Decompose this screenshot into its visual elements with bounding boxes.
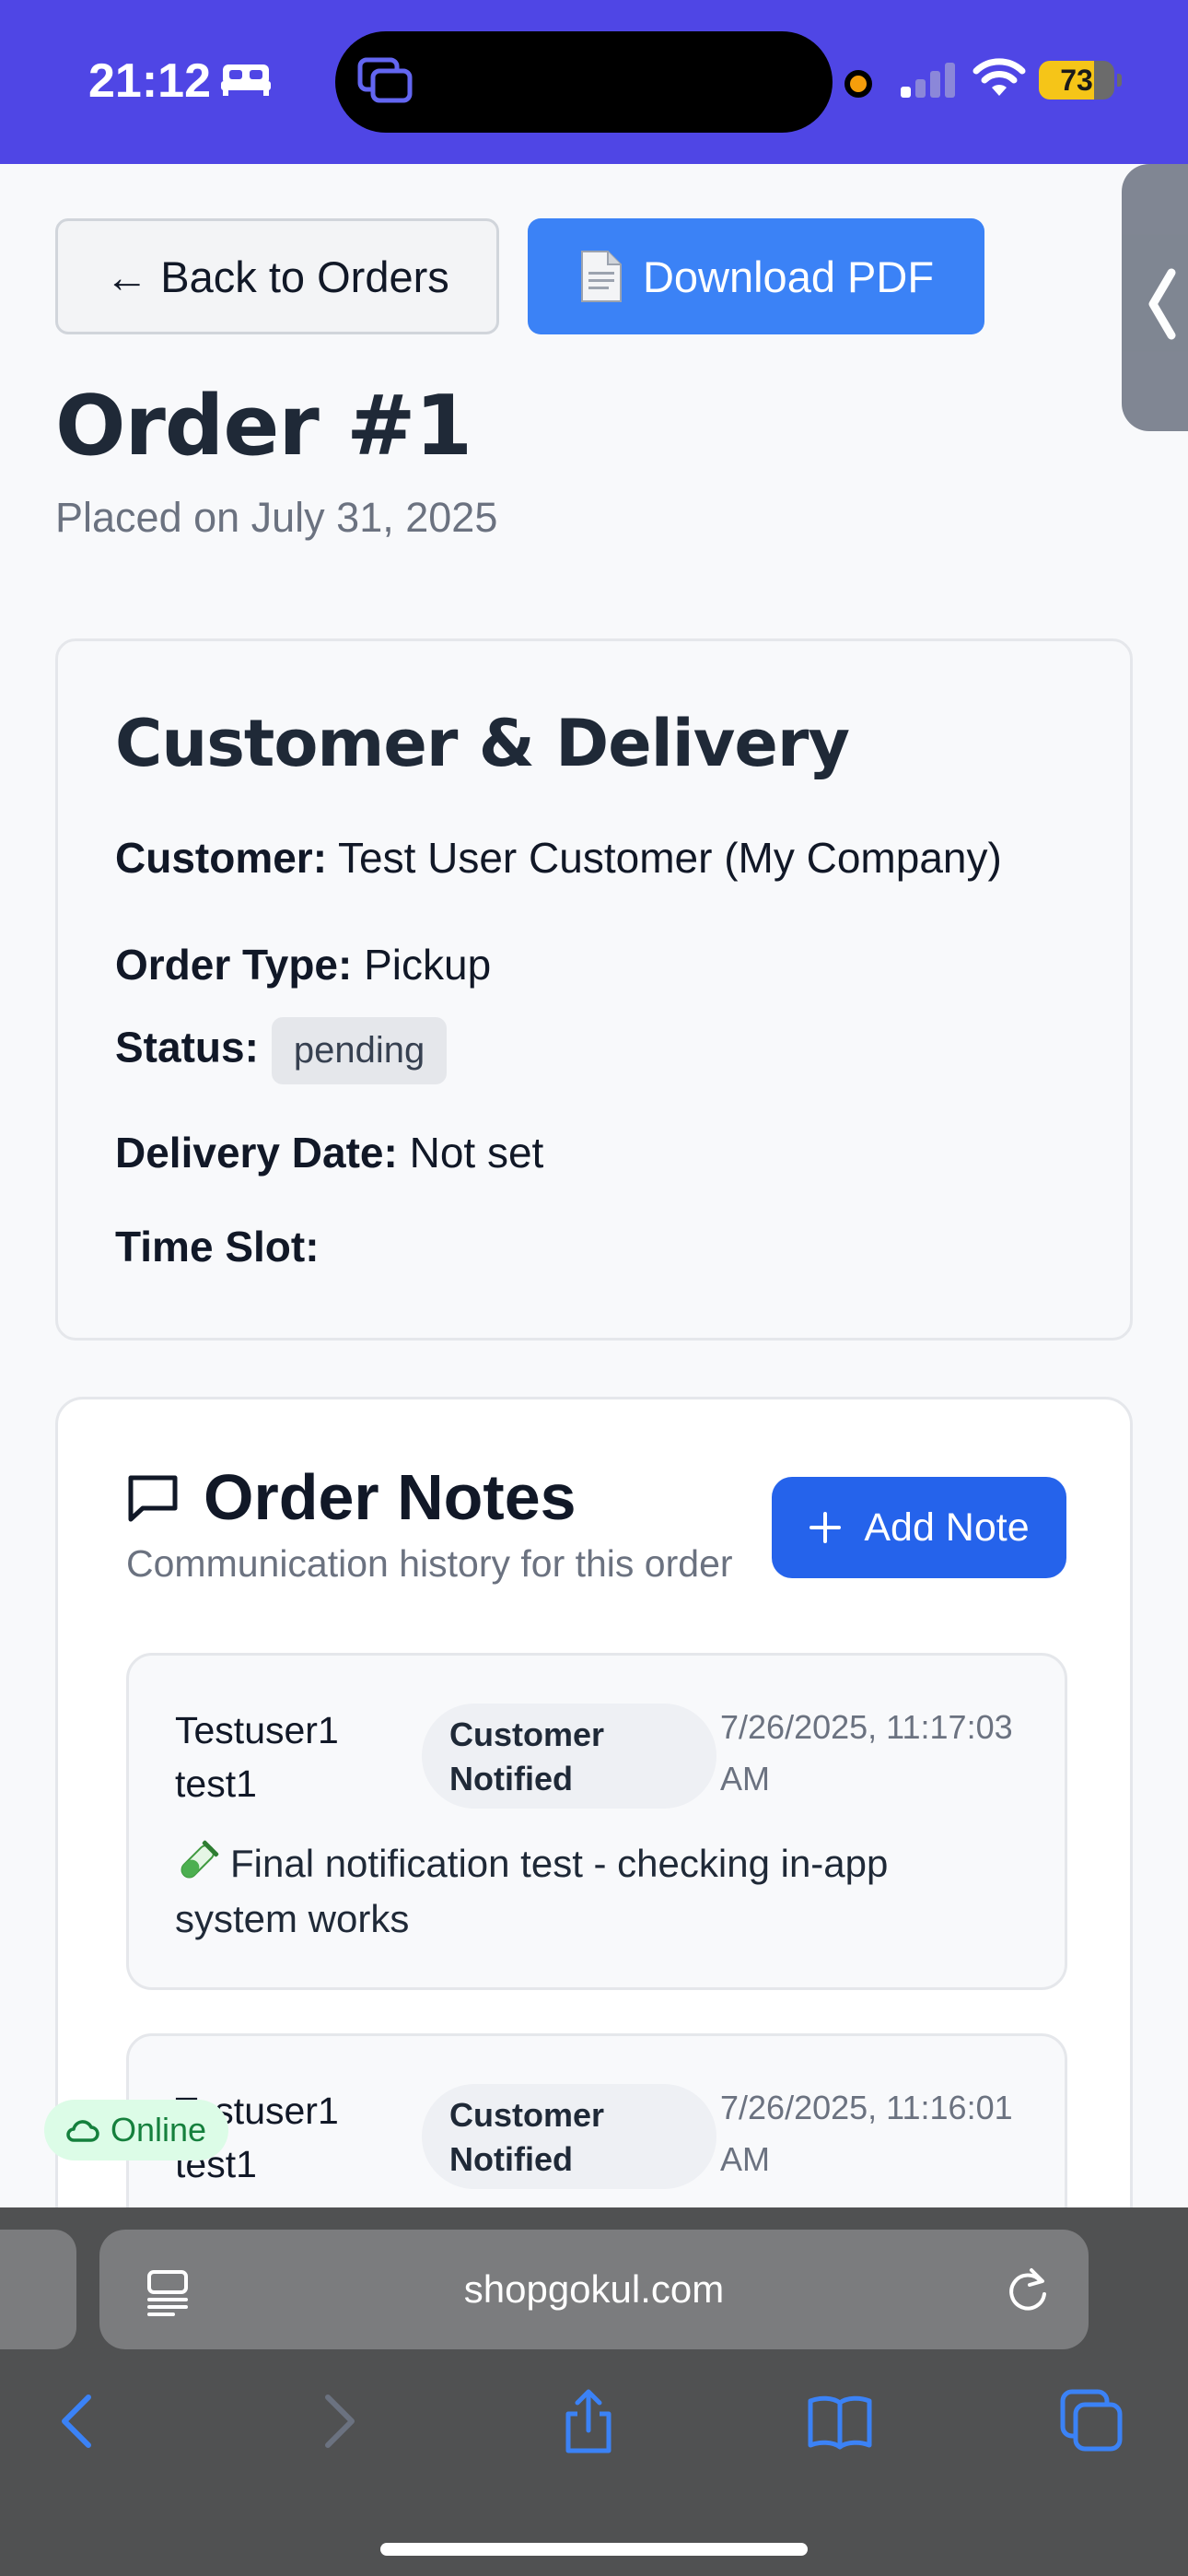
address-bar[interactable]: shopgokul.com: [99, 2230, 1089, 2349]
note-timestamp: 7/26/2025, 11:17:03 AM: [720, 1708, 1013, 1797]
customer-delivery-card: Customer & Delivery Customer: Test User …: [55, 638, 1133, 1341]
order-notes-card: Order Notes Communication history for th…: [55, 1397, 1133, 2207]
time-slot-row: Time Slot:: [115, 1222, 320, 1271]
add-note-label: Add Note: [864, 1505, 1030, 1550]
home-indicator: [380, 2543, 808, 2556]
note-timestamp: 7/26/2025, 11:16:01 AM: [720, 2089, 1013, 2178]
tabs-icon[interactable]: [1059, 2388, 1125, 2454]
recording-indicator: [844, 70, 872, 98]
order-type-row: Order Type: Pickup: [115, 940, 491, 989]
order-placed-date: Placed on July 31, 2025: [55, 494, 498, 541]
add-note-button[interactable]: Add Note: [772, 1477, 1066, 1578]
document-icon: [580, 251, 622, 302]
cloud-icon: [66, 2120, 99, 2142]
back-arrow-icon[interactable]: [46, 2388, 112, 2454]
forward-arrow-icon[interactable]: [304, 2388, 370, 2454]
connection-status-label: Online: [111, 2111, 207, 2149]
download-pdf-label: Download PDF: [642, 252, 935, 301]
note-item: Testuser1 test1 Customer Notified 7/26/2…: [126, 2033, 1067, 2207]
notes-subtitle: Communication history for this order: [126, 1542, 733, 1585]
download-pdf-button[interactable]: Download PDF: [528, 218, 984, 334]
message-square-icon: [128, 1475, 178, 1522]
status-bar: 21:12 73: [0, 0, 1188, 164]
browser-chrome: shopgokul.com: [0, 2207, 1188, 2576]
status-time: 21:12: [88, 54, 211, 108]
battery-percent: 73: [1060, 64, 1093, 97]
share-icon[interactable]: [555, 2388, 622, 2454]
customer-label: Customer:: [115, 834, 328, 882]
bookmarks-icon[interactable]: [807, 2388, 873, 2454]
time-slot-label: Time Slot:: [115, 1223, 320, 1270]
delivery-date-value: Not set: [409, 1129, 544, 1177]
status-row: Status: pending: [115, 1017, 448, 1084]
note-item: Testuser1 test1 Customer Notified 7/26/2…: [126, 1653, 1067, 1990]
order-type-label: Order Type:: [115, 941, 353, 989]
status-badge: pending: [271, 1017, 448, 1084]
status-label: Status:: [115, 1023, 259, 1071]
delivery-date-label: Delivery Date:: [115, 1129, 398, 1177]
customer-notified-badge: Customer Notified: [422, 2084, 716, 2189]
back-to-orders-button[interactable]: ← Back to Orders: [55, 218, 499, 334]
previous-tab-preview[interactable]: [0, 2230, 76, 2349]
test-tube-icon: [181, 1840, 219, 1879]
cellular-signal-icon: [901, 63, 955, 98]
notes-title: Order Notes: [204, 1461, 577, 1533]
url-text: shopgokul.com: [463, 2267, 725, 2311]
screen-mirroring-icon: [357, 57, 413, 103]
plus-icon: [809, 1512, 842, 1543]
delivery-date-row: Delivery Date: Not set: [115, 1128, 543, 1177]
note-author: Testuser1 test1: [175, 1709, 339, 1805]
customer-notified-badge: Customer Notified: [422, 1704, 716, 1809]
note-text: Final notification test - checking in-ap…: [175, 1836, 1004, 1947]
page-title: Order #1: [55, 378, 472, 474]
reload-icon[interactable]: [1004, 2266, 1052, 2314]
wifi-icon: [973, 58, 1026, 96]
battery-indicator: 73: [1039, 61, 1122, 100]
customer-row: Customer: Test User Customer (My Company…: [115, 833, 1002, 883]
customer-value: Test User Customer (My Company): [337, 834, 1002, 882]
side-drawer-handle[interactable]: [1122, 164, 1188, 431]
order-type-value: Pickup: [364, 941, 492, 989]
order-detail-page: ← Back to Orders Download PDF Order #1 P…: [0, 164, 1188, 2207]
chevron-left-icon: [1148, 268, 1176, 340]
card-title: Customer & Delivery: [115, 706, 850, 781]
sleep-focus-icon: [221, 64, 271, 96]
connection-status-badge: Online: [44, 2100, 229, 2160]
